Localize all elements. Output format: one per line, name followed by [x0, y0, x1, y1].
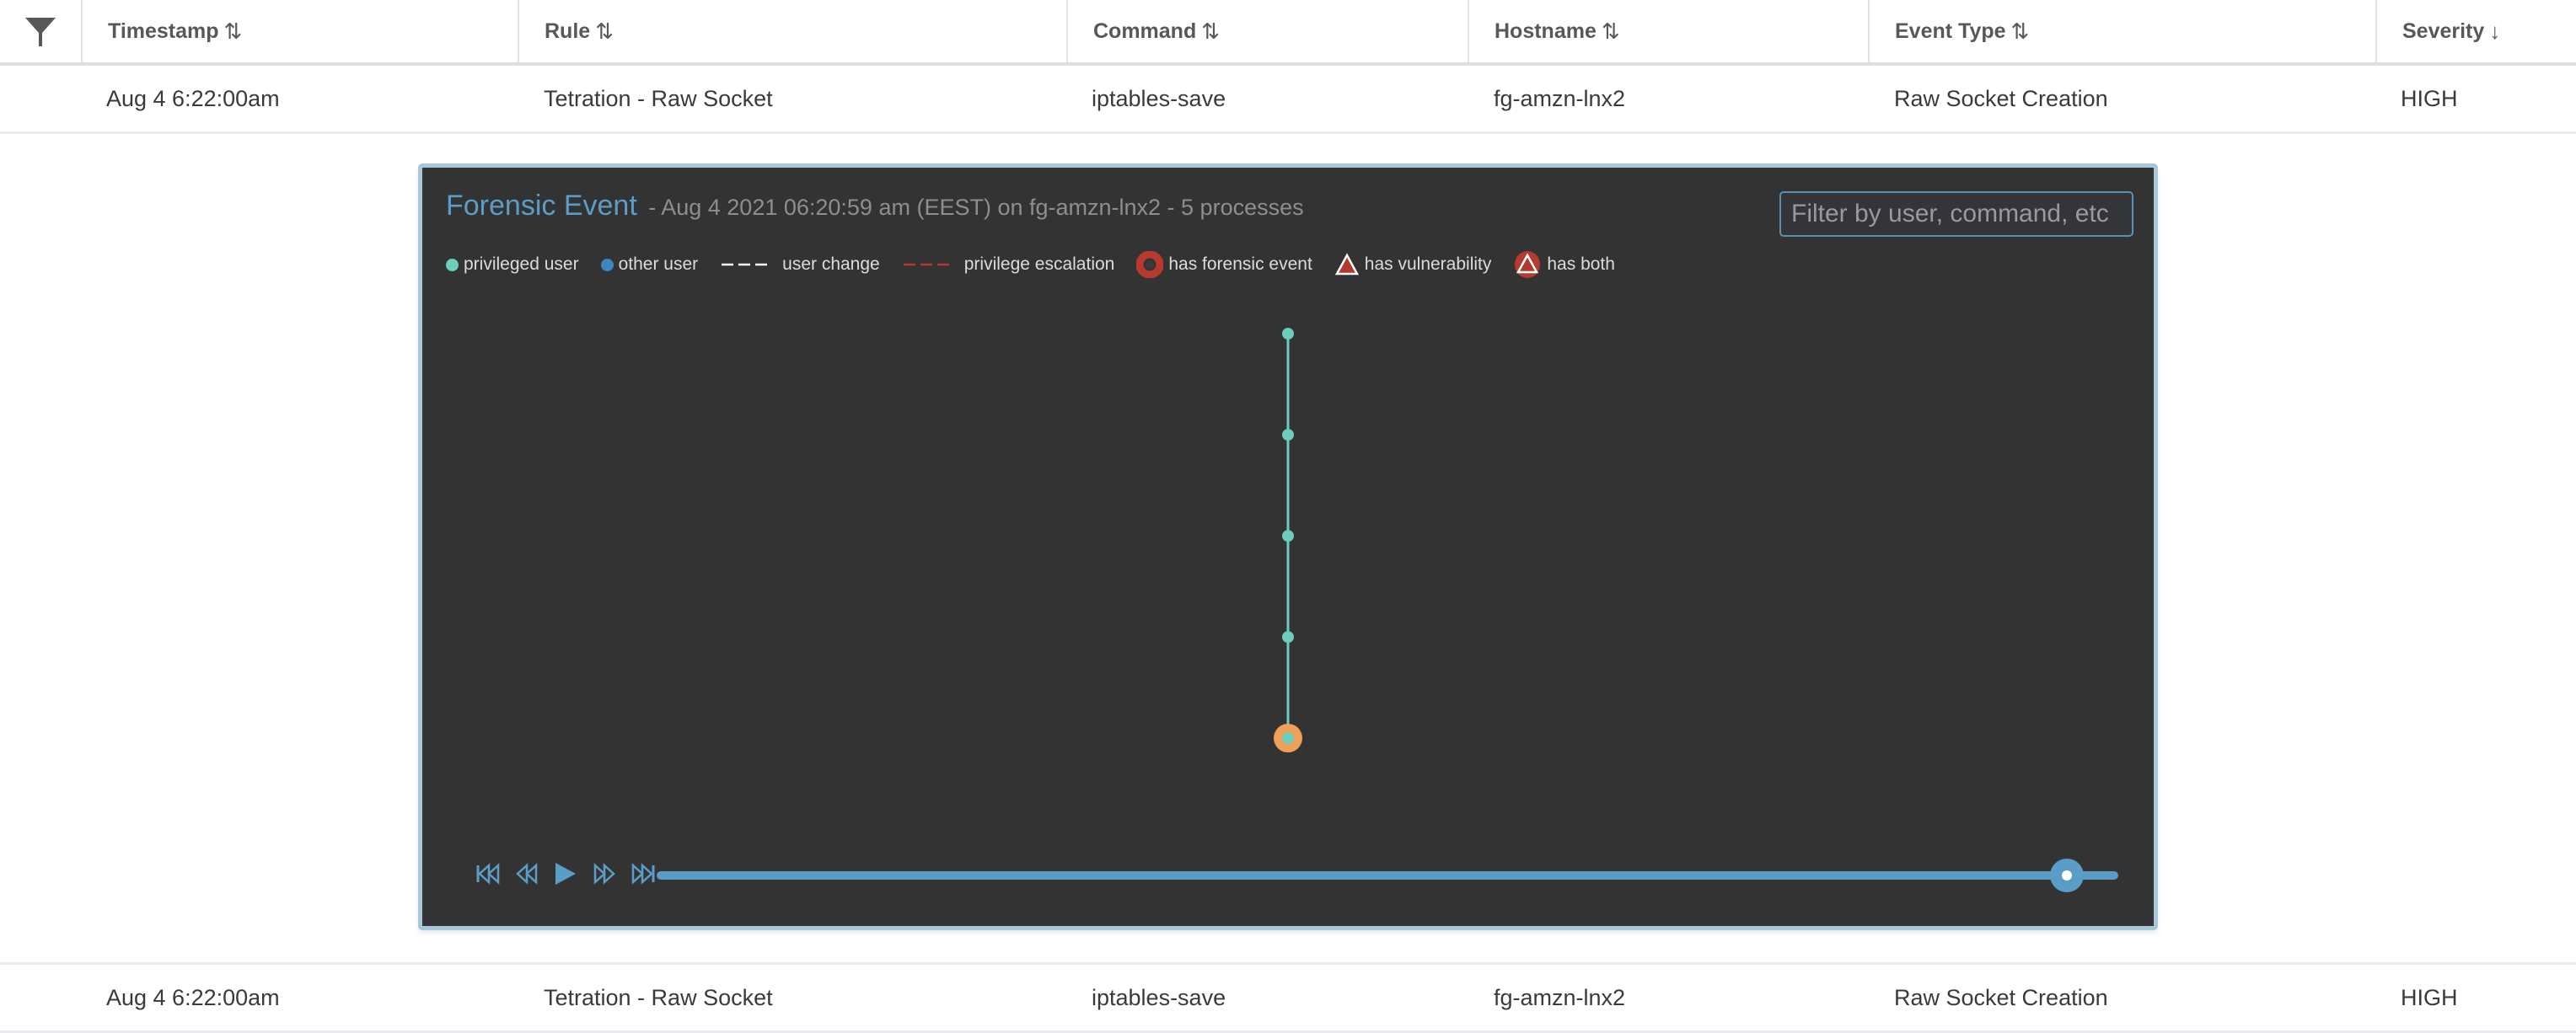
process-node[interactable]: [1282, 530, 1294, 542]
cell-command: iptables-save: [1092, 984, 1226, 1010]
table-row[interactable]: Aug 4 6:22:00am Tetration - Raw Socket i…: [0, 962, 2576, 1033]
sort-icon[interactable]: ⇅: [595, 19, 614, 45]
play-icon: [555, 863, 576, 885]
column-label: Hostname: [1495, 19, 1597, 43]
column-header-command[interactable]: Command ⇅: [1066, 0, 1468, 62]
process-node[interactable]: [1282, 328, 1294, 340]
cell-event-type: Raw Socket Creation: [1894, 984, 2108, 1010]
column-header-timestamp[interactable]: Timestamp ⇅: [81, 0, 518, 62]
play-button[interactable]: [549, 857, 582, 891]
slider-track[interactable]: [657, 871, 2118, 880]
sort-icon[interactable]: ⇅: [224, 19, 243, 45]
skip-to-end-button[interactable]: [626, 857, 660, 891]
cell-rule: Tetration - Raw Socket: [544, 984, 773, 1010]
column-label: Severity: [2402, 19, 2485, 43]
sort-icon[interactable]: ⇅: [1602, 19, 1620, 45]
column-header-event-type[interactable]: Event Type ⇅: [1868, 0, 2375, 62]
cell-hostname: fg-amzn-lnx2: [1494, 85, 1626, 111]
sort-icon[interactable]: ↓: [2489, 19, 2500, 45]
skip-to-start-icon: [476, 863, 500, 885]
process-node[interactable]: [1282, 732, 1294, 744]
cell-rule: Tetration - Raw Socket: [544, 85, 773, 111]
filter-funnel-icon: [25, 18, 56, 46]
timeline-slider[interactable]: [657, 859, 2118, 892]
forensic-event-panel: Forensic Event - Aug 4 2021 06:20:59 am …: [418, 163, 2158, 930]
skip-to-start-button[interactable]: [471, 857, 505, 891]
playback-controls: [471, 857, 665, 891]
cell-timestamp: Aug 4 6:22:00am: [106, 984, 280, 1010]
cell-hostname: fg-amzn-lnx2: [1494, 984, 1626, 1010]
cell-severity: HIGH: [2401, 85, 2458, 111]
filter-button[interactable]: [0, 0, 81, 62]
fast-forward-icon: [593, 863, 615, 885]
column-header-hostname[interactable]: Hostname ⇅: [1468, 0, 1868, 62]
sort-icon[interactable]: ⇅: [1201, 19, 1220, 45]
table-row[interactable]: Aug 4 6:22:00am Tetration - Raw Socket i…: [0, 66, 2576, 134]
column-header-severity[interactable]: Severity ↓: [2375, 0, 2576, 62]
step-back-button[interactable]: [510, 857, 544, 891]
process-node[interactable]: [1282, 631, 1294, 643]
table-header: Timestamp ⇅ Rule ⇅ Command ⇅ Hostname ⇅ …: [0, 0, 2576, 66]
column-label: Event Type: [1895, 19, 2006, 43]
rewind-icon: [516, 863, 538, 885]
cell-severity: HIGH: [2401, 984, 2458, 1010]
skip-to-end-icon: [631, 863, 655, 885]
process-node[interactable]: [1282, 429, 1294, 441]
slider-thumb[interactable]: [2050, 859, 2085, 892]
process-tree-graph[interactable]: [422, 168, 2154, 926]
cell-command: iptables-save: [1092, 85, 1226, 111]
sort-icon[interactable]: ⇅: [2011, 19, 2030, 45]
cell-timestamp: Aug 4 6:22:00am: [106, 85, 280, 111]
column-header-rule[interactable]: Rule ⇅: [518, 0, 1066, 62]
cell-event-type: Raw Socket Creation: [1894, 85, 2108, 111]
column-label: Timestamp: [108, 19, 219, 43]
column-label: Command: [1093, 19, 1197, 43]
step-forward-button[interactable]: [588, 857, 621, 891]
column-label: Rule: [545, 19, 591, 43]
